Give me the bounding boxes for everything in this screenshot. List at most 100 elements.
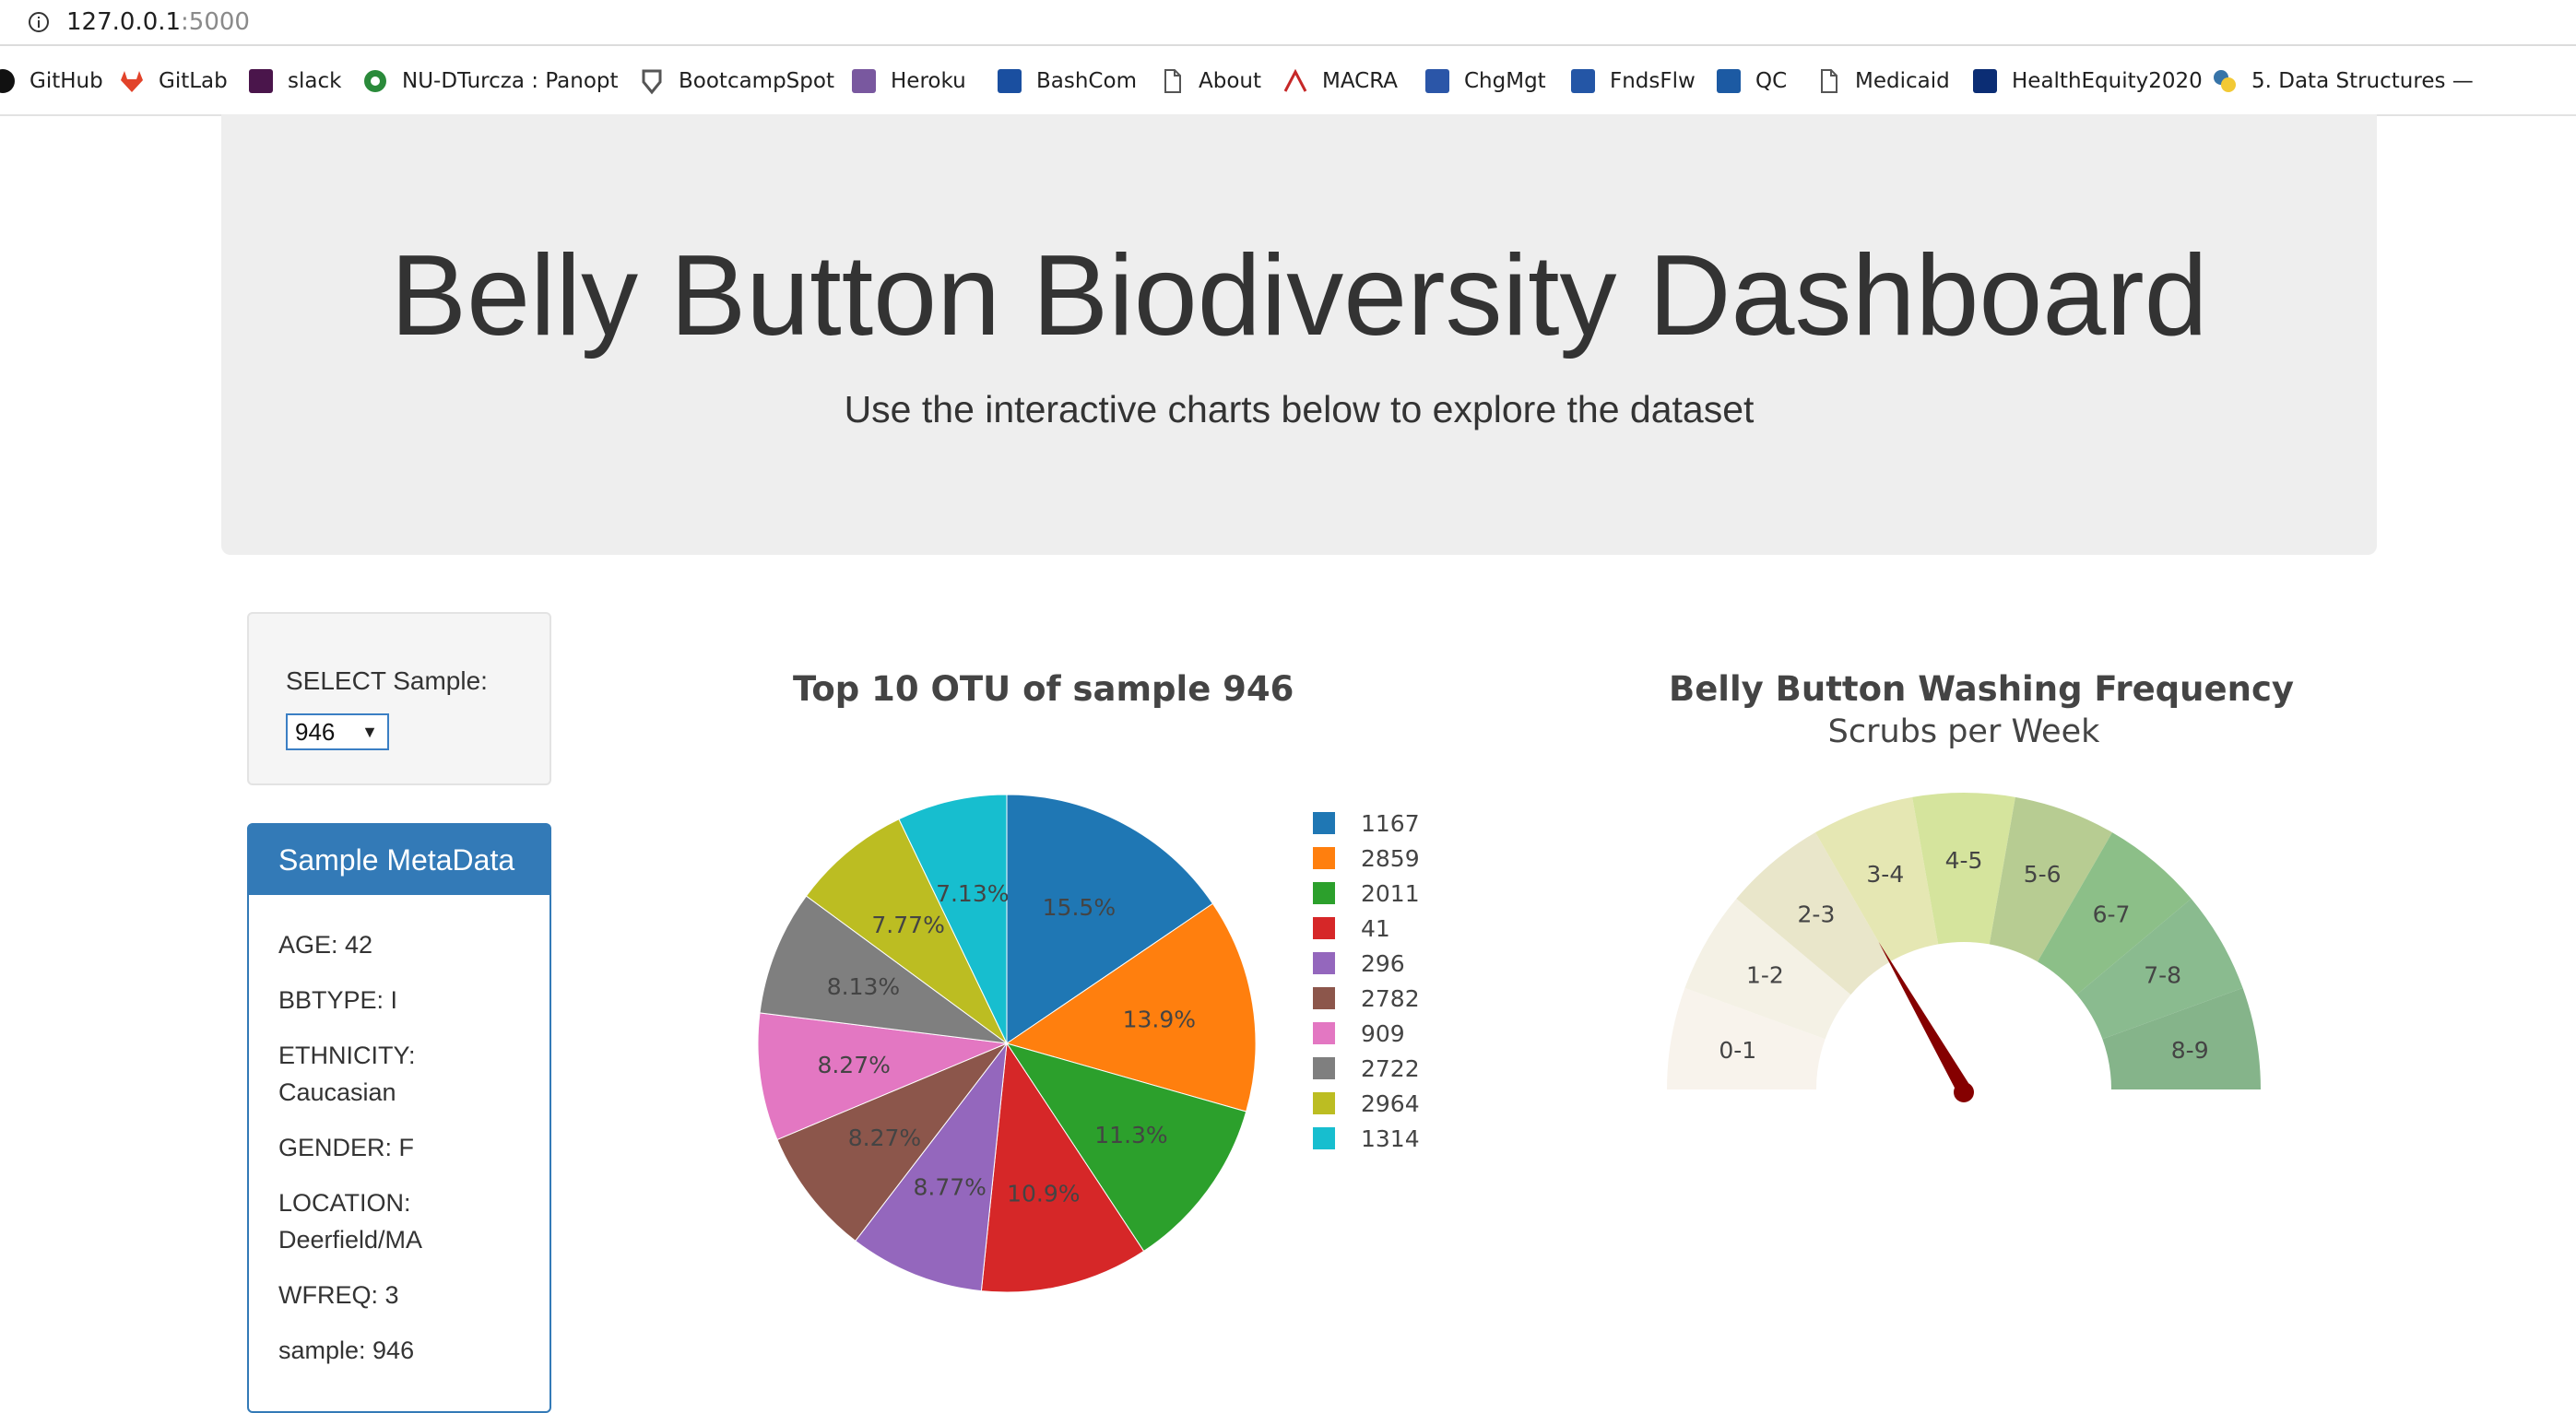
legend-label: 2722 <box>1361 1054 1420 1082</box>
legend-item-2859[interactable]: 2859 <box>1313 841 1420 876</box>
url-host: 127.0.0.1 <box>66 8 182 36</box>
otu-pie-chart[interactable]: 15.5% 13.9% 11.3% 10.9% 8.77% 8.27% 8.27% 8.13%… <box>756 788 1272 1304</box>
select-label: SELECT Sample: <box>286 666 488 695</box>
pie-slice-label: 13.9% <box>1123 1006 1196 1032</box>
bookmark-label: Heroku <box>891 69 966 93</box>
bookmark-label: GitHub <box>30 69 103 93</box>
slack-icon <box>249 69 273 93</box>
bookmark-fndsflw[interactable]: FndsFlw <box>1569 63 1696 100</box>
bookmark-heroku[interactable]: Heroku <box>850 63 966 100</box>
legend-label: 2859 <box>1361 844 1420 872</box>
legend-item-2722[interactable]: 2722 <box>1313 1051 1420 1086</box>
legend-item-2011[interactable]: 2011 <box>1313 876 1420 911</box>
healthequity-icon <box>1973 69 1997 93</box>
bookmark-label: GitLab <box>159 69 228 93</box>
legend-label: 296 <box>1361 949 1405 977</box>
sample-select-dropdown[interactable]: 946 ▼ <box>286 713 389 750</box>
bookmark-healthequity2020[interactable]: HealthEquity2020 <box>1971 63 2203 100</box>
legend-label: 909 <box>1361 1019 1405 1047</box>
bookmark-bashcom[interactable]: BashCom <box>996 63 1137 100</box>
bookmark-label: QC <box>1755 69 1788 93</box>
page-icon <box>1821 69 1837 93</box>
legend-swatch <box>1313 1057 1335 1079</box>
bookmark-label: ChgMgt <box>1464 69 1546 93</box>
bookmark-gitlab[interactable]: GitLab <box>118 63 228 100</box>
gauge-segment-label: 2-3 <box>1798 901 1836 927</box>
metadata-heading: Sample MetaData <box>249 825 549 895</box>
gitlab-icon <box>121 71 143 92</box>
bookmark-5-data-structures[interactable]: 5. Data Structures — <box>2211 63 2474 100</box>
legend-swatch <box>1313 952 1335 974</box>
gauge-segment-label: 4-5 <box>1945 847 1983 874</box>
bookmark-label: 5. Data Structures — <box>2251 69 2474 93</box>
gauge-segment-label: 0-1 <box>1719 1037 1756 1064</box>
legend-swatch <box>1313 917 1335 939</box>
washing-frequency-gauge[interactable]: 0-1 1-2 2-3 3-4 4-5 5-6 6-7 7-8 8-9 <box>1650 774 2277 1125</box>
bookmarks-bar: GitHub GitLab slack NU-DTurcza : Panopt Boot… <box>0 61 2576 101</box>
legend-swatch <box>1313 1127 1335 1149</box>
bookmark-macra[interactable]: MACRA <box>1282 63 1398 100</box>
bookmark-bootcampspot[interactable]: BootcampSpot <box>638 63 834 100</box>
legend-swatch <box>1313 987 1335 1009</box>
gauge-title: Belly Button Washing Frequency <box>1669 669 2294 709</box>
bookmark-label: Medicaid <box>1855 69 1950 93</box>
header-jumbotron: Belly Button Biodiversity Dashboard Use … <box>221 114 2377 555</box>
legend-item-2964[interactable]: 2964 <box>1313 1086 1420 1121</box>
url-port: :5000 <box>181 8 250 36</box>
dhg-icon <box>1571 69 1595 93</box>
gauge-segment-label: 8-9 <box>2171 1037 2209 1064</box>
info-icon[interactable] <box>28 11 50 33</box>
legend-swatch <box>1313 882 1335 904</box>
pie-slice-label: 8.27% <box>848 1125 921 1151</box>
bookmark-slack[interactable]: slack <box>247 63 341 100</box>
bookmark-nu-dturcza-panopt[interactable]: NU-DTurcza : Panopt <box>361 63 619 100</box>
sample-select-panel: SELECT Sample: 946 ▼ <box>247 612 551 785</box>
page-subtitle: Use the interactive charts below to expl… <box>844 388 1755 430</box>
panopto-icon <box>364 70 386 92</box>
metadata-item-location: LOCATION: Deerfield/MA <box>278 1189 423 1254</box>
metadata-item-gender: GENDER: F <box>278 1134 415 1161</box>
legend-label: 2011 <box>1361 879 1420 907</box>
url-text[interactable]: 127.0.0.1:5000 <box>66 8 250 36</box>
bookmark-label: BootcampSpot <box>679 69 834 93</box>
chgmgt-icon <box>1425 69 1449 93</box>
github-icon <box>0 69 15 93</box>
bookmark-label: HealthEquity2020 <box>2012 69 2203 93</box>
bookmark-medicaid[interactable]: Medicaid <box>1814 63 1950 100</box>
bookmark-chgmgt[interactable]: ChgMgt <box>1424 63 1546 100</box>
gauge-segment-label: 6-7 <box>2093 901 2131 927</box>
legend-swatch <box>1313 1092 1335 1114</box>
legend-item-1167[interactable]: 1167 <box>1313 806 1420 841</box>
bookmark-label: slack <box>288 69 342 93</box>
macra-icon <box>1283 68 1307 92</box>
pie-slice-label: 11.3% <box>1094 1122 1167 1148</box>
metadata-item-sample: sample: 946 <box>278 1336 415 1364</box>
bookmark-qc[interactable]: QC <box>1715 63 1787 100</box>
pie-slice-label: 7.77% <box>871 912 944 938</box>
legend-item-296[interactable]: 296 <box>1313 946 1405 981</box>
bookmark-label: About <box>1199 69 1262 93</box>
bashcom-icon <box>998 69 1022 93</box>
address-bar[interactable]: 127.0.0.1:5000 <box>0 0 2576 46</box>
metadata-panel: Sample MetaData AGE: 42 BBTYPE: I ETHNIC… <box>247 823 551 1413</box>
sample-select-value: 946 <box>295 718 336 746</box>
qc-icon <box>1717 69 1741 93</box>
page-icon <box>1164 69 1181 93</box>
legend-item-909[interactable]: 909 <box>1313 1016 1405 1051</box>
bookmark-github[interactable]: GitHub <box>0 63 103 100</box>
gauge-segment-label: 7-8 <box>2144 962 2181 989</box>
metadata-item-ethnicity: ETHNICITY: Caucasian <box>278 1042 416 1106</box>
pie-slice-label: 10.9% <box>1007 1181 1080 1207</box>
pie-slice-label: 7.13% <box>936 880 1009 907</box>
legend-label: 41 <box>1361 914 1390 942</box>
legend-item-2782[interactable]: 2782 <box>1313 981 1420 1016</box>
legend-swatch <box>1313 847 1335 869</box>
legend-item-41[interactable]: 41 <box>1313 911 1390 946</box>
legend-swatch <box>1313 1022 1335 1044</box>
gauge-needle-hub <box>1954 1082 1974 1102</box>
bookmark-about[interactable]: About <box>1158 63 1261 100</box>
metadata-item-bbtype: BBTYPE: I <box>278 986 398 1014</box>
browser-chrome: 127.0.0.1:5000 GitHub GitLab slack NU-DTurc… <box>0 0 2576 116</box>
pie-slice-label: 8.27% <box>817 1052 890 1078</box>
legend-item-1314[interactable]: 1314 <box>1313 1121 1420 1156</box>
